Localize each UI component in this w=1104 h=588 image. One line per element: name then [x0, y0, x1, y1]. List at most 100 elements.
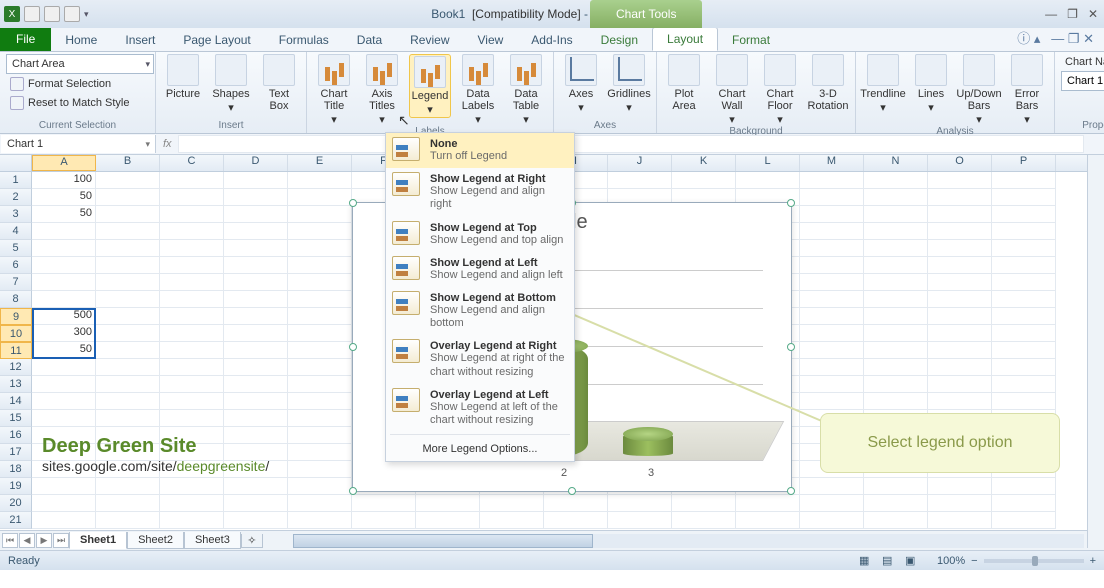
column-header-P[interactable]: P — [992, 155, 1056, 171]
tab-file[interactable]: File — [0, 27, 51, 51]
row-header-5[interactable]: 5 — [0, 240, 32, 257]
save-button[interactable] — [24, 6, 40, 22]
cell-M7[interactable] — [800, 274, 864, 291]
cell-E6[interactable] — [288, 257, 352, 274]
ribbon-help-icon[interactable]: ⓘ ▴ — ❐ ✕ — [1007, 24, 1104, 51]
cell-D2[interactable] — [224, 189, 288, 206]
cell-N21[interactable] — [864, 512, 928, 529]
cell-D15[interactable] — [224, 410, 288, 427]
cell-E7[interactable] — [288, 274, 352, 291]
lines-button[interactable]: Lines▾ — [910, 54, 952, 114]
cell-C1[interactable] — [160, 172, 224, 189]
cell-A6[interactable] — [32, 257, 96, 274]
cell-P19[interactable] — [992, 478, 1056, 495]
cell-E15[interactable] — [288, 410, 352, 427]
cell-P11[interactable] — [992, 342, 1056, 359]
cell-B19[interactable] — [96, 478, 160, 495]
row-header-20[interactable]: 20 — [0, 495, 32, 512]
column-header-O[interactable]: O — [928, 155, 992, 171]
cell-N5[interactable] — [864, 240, 928, 257]
cell-C2[interactable] — [160, 189, 224, 206]
cell-A8[interactable] — [32, 291, 96, 308]
cell-E2[interactable] — [288, 189, 352, 206]
zoom-out-button[interactable]: − — [971, 555, 977, 567]
format-selection-button[interactable]: Format Selection — [6, 75, 154, 93]
sheet-nav-buttons[interactable]: ⏮◀▶⏭ — [2, 533, 69, 548]
updown-bars-button[interactable]: Up/Down Bars▾ — [958, 54, 1000, 126]
cell-P7[interactable] — [992, 274, 1056, 291]
chart-name-input[interactable] — [1061, 71, 1104, 91]
cell-A15[interactable] — [32, 410, 96, 427]
cell-H20[interactable] — [480, 495, 544, 512]
cell-N4[interactable] — [864, 223, 928, 240]
data-table-button[interactable]: Data Table▾ — [505, 54, 547, 126]
row-header-6[interactable]: 6 — [0, 257, 32, 274]
cell-M11[interactable] — [800, 342, 864, 359]
axis-titles-button[interactable]: Axis Titles▾ — [361, 54, 403, 126]
cell-B20[interactable] — [96, 495, 160, 512]
fx-icon[interactable]: fx — [163, 138, 172, 150]
cell-K20[interactable] — [672, 495, 736, 512]
cell-E3[interactable] — [288, 206, 352, 223]
chart-floor-button[interactable]: Chart Floor▾ — [759, 54, 801, 126]
cell-E12[interactable] — [288, 359, 352, 376]
row-header-1[interactable]: 1 — [0, 172, 32, 189]
cell-N7[interactable] — [864, 274, 928, 291]
tab-insert[interactable]: Insert — [111, 29, 169, 51]
cell-J21[interactable] — [608, 512, 672, 529]
cell-N10[interactable] — [864, 325, 928, 342]
cell-N2[interactable] — [864, 189, 928, 206]
cell-P13[interactable] — [992, 376, 1056, 393]
tab-data[interactable]: Data — [343, 29, 396, 51]
row-header-19[interactable]: 19 — [0, 478, 32, 495]
cell-A21[interactable] — [32, 512, 96, 529]
cell-M4[interactable] — [800, 223, 864, 240]
tab-design[interactable]: Design — [587, 29, 652, 51]
row-header-3[interactable]: 3 — [0, 206, 32, 223]
cell-O4[interactable] — [928, 223, 992, 240]
cell-A4[interactable] — [32, 223, 96, 240]
cell-B2[interactable] — [96, 189, 160, 206]
cell-D19[interactable] — [224, 478, 288, 495]
legend-option-6[interactable]: Overlay Legend at LeftShow Legend at lef… — [386, 384, 574, 432]
cell-N8[interactable] — [864, 291, 928, 308]
row-header-2[interactable]: 2 — [0, 189, 32, 206]
cell-M2[interactable] — [800, 189, 864, 206]
column-header-C[interactable]: C — [160, 155, 224, 171]
cell-C5[interactable] — [160, 240, 224, 257]
column-header-E[interactable]: E — [288, 155, 352, 171]
cell-A13[interactable] — [32, 376, 96, 393]
cell-B10[interactable] — [96, 325, 160, 342]
cell-E13[interactable] — [288, 376, 352, 393]
column-header-M[interactable]: M — [800, 155, 864, 171]
cell-L1[interactable] — [736, 172, 800, 189]
cell-D1[interactable] — [224, 172, 288, 189]
cell-D11[interactable] — [224, 342, 288, 359]
cell-M1[interactable] — [800, 172, 864, 189]
picture-button[interactable]: Picture — [162, 54, 204, 100]
cell-B5[interactable] — [96, 240, 160, 257]
cell-D6[interactable] — [224, 257, 288, 274]
view-normal-button[interactable]: ▦ — [859, 554, 879, 568]
row-header-16[interactable]: 16 — [0, 427, 32, 444]
chart-element-combo[interactable]: Chart Area — [6, 54, 154, 74]
cell-E10[interactable] — [288, 325, 352, 342]
cell-M8[interactable] — [800, 291, 864, 308]
cell-J20[interactable] — [608, 495, 672, 512]
cell-A19[interactable] — [32, 478, 96, 495]
cell-M14[interactable] — [800, 393, 864, 410]
legend-option-0[interactable]: NoneTurn off Legend — [386, 133, 574, 168]
cell-O11[interactable] — [928, 342, 992, 359]
chart-wall-button[interactable]: Chart Wall▾ — [711, 54, 753, 126]
cell-A7[interactable] — [32, 274, 96, 291]
tab-format[interactable]: Format — [718, 29, 784, 51]
cell-C19[interactable] — [160, 478, 224, 495]
row-header-10[interactable]: 10 — [0, 325, 32, 342]
tab-addins[interactable]: Add-Ins — [517, 29, 586, 51]
cell-B11[interactable] — [96, 342, 160, 359]
row-header-4[interactable]: 4 — [0, 223, 32, 240]
column-header-L[interactable]: L — [736, 155, 800, 171]
column-header-N[interactable]: N — [864, 155, 928, 171]
tab-layout[interactable]: Layout — [652, 27, 718, 51]
cell-C20[interactable] — [160, 495, 224, 512]
